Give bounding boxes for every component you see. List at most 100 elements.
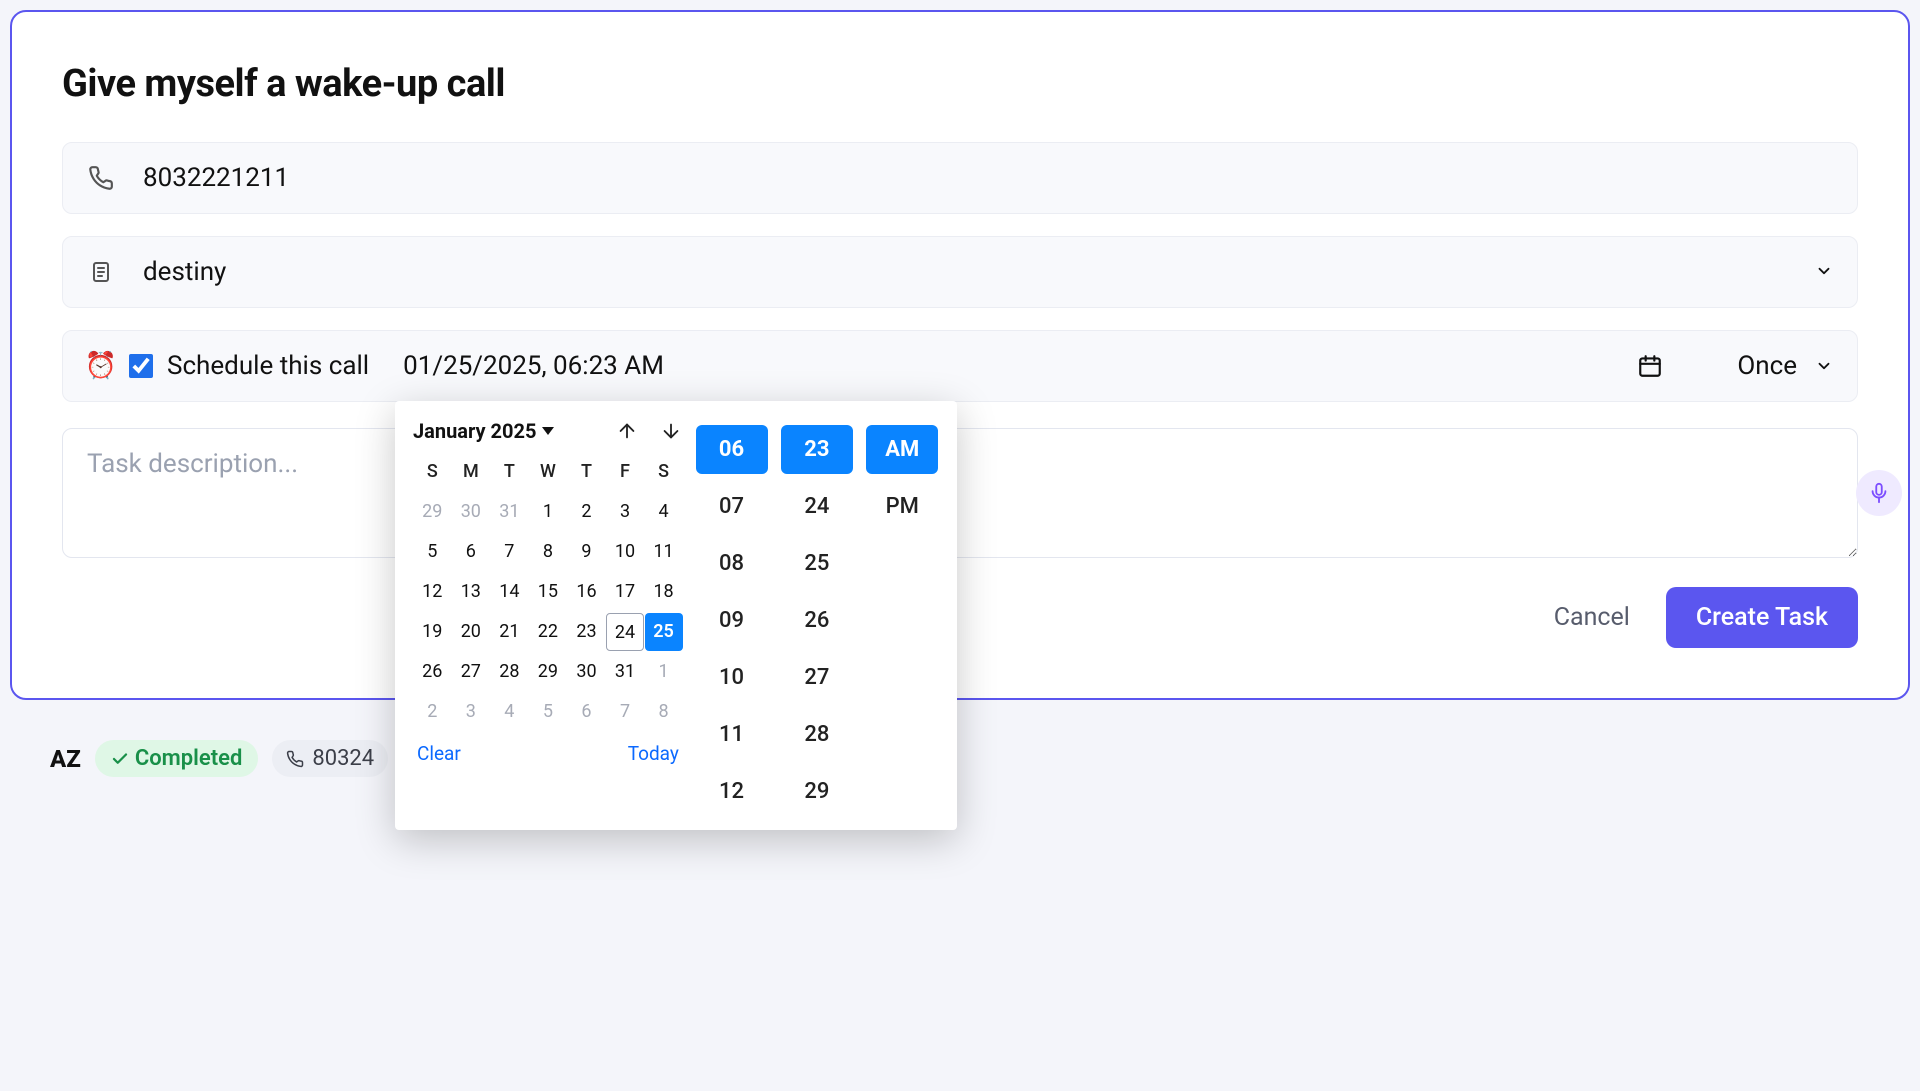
minute-option[interactable]: 29 — [781, 767, 853, 816]
dow-header: W — [529, 453, 568, 492]
schedule-checkbox[interactable] — [129, 354, 153, 378]
calendar-day[interactable]: 3 — [606, 493, 644, 531]
cancel-button[interactable]: Cancel — [1554, 603, 1630, 632]
calendar-day[interactable]: 4 — [645, 493, 683, 531]
contact-select[interactable]: destiny — [62, 236, 1858, 308]
calendar-day[interactable]: 1 — [529, 493, 567, 531]
minutes-column[interactable]: 23 24 25 26 27 28 29 — [781, 425, 853, 816]
calendar-day[interactable]: 18 — [645, 573, 683, 611]
calendar-day[interactable]: 24 — [606, 613, 644, 651]
calendar-day[interactable]: 22 — [529, 613, 567, 651]
status-row: AZ Completed 80324 — [10, 740, 1910, 777]
calendar-day[interactable]: 21 — [490, 613, 528, 651]
dow-header: T — [567, 453, 606, 492]
calendar-day[interactable]: 29 — [529, 653, 567, 691]
calendar-day[interactable]: 4 — [490, 693, 528, 731]
task-code: AZ — [50, 745, 81, 773]
mic-button[interactable] — [1856, 470, 1902, 516]
calendar-day[interactable]: 6 — [452, 533, 490, 571]
hour-option[interactable]: 11 — [696, 710, 768, 759]
minute-option[interactable]: 28 — [781, 710, 853, 759]
hour-option[interactable]: 06 — [696, 425, 768, 474]
hour-option[interactable]: 09 — [696, 596, 768, 645]
calendar-day[interactable]: 15 — [529, 573, 567, 611]
calendar-day[interactable]: 20 — [452, 613, 490, 651]
dow-header: M — [452, 453, 491, 492]
check-icon — [111, 750, 129, 768]
phone-value: 8032221211 — [143, 163, 1833, 193]
calendar-day[interactable]: 23 — [567, 613, 605, 651]
meridiem-option[interactable]: AM — [866, 425, 938, 474]
phone-icon — [286, 750, 304, 768]
calendar-day[interactable]: 9 — [567, 533, 605, 571]
calendar-day[interactable]: 26 — [413, 653, 451, 691]
today-button[interactable]: Today — [628, 742, 679, 765]
calendar-day[interactable]: 11 — [645, 533, 683, 571]
calendar-day[interactable]: 2 — [413, 693, 451, 731]
hours-column[interactable]: 06 07 08 09 10 11 12 — [696, 425, 768, 816]
calendar-grid: SMTWTFS 29303112345678910111213141516171… — [413, 453, 683, 732]
calendar-day[interactable]: 8 — [645, 693, 683, 731]
calendar-day[interactable]: 16 — [567, 573, 605, 611]
calendar-day[interactable]: 6 — [567, 693, 605, 731]
frequency-select[interactable]: Once — [1737, 351, 1833, 381]
phone-icon — [87, 165, 115, 191]
minute-option[interactable]: 24 — [781, 482, 853, 531]
calendar-day[interactable]: 5 — [529, 693, 567, 731]
schedule-label: Schedule this call — [167, 351, 369, 381]
calendar-day[interactable]: 19 — [413, 613, 451, 651]
calendar-day[interactable]: 28 — [490, 653, 528, 691]
notes-icon — [87, 259, 115, 285]
next-month-button[interactable] — [659, 419, 683, 443]
hour-option[interactable]: 07 — [696, 482, 768, 531]
calendar-day[interactable]: 31 — [490, 493, 528, 531]
calendar-day[interactable]: 27 — [452, 653, 490, 691]
status-badge: Completed — [95, 740, 259, 777]
create-task-button[interactable]: Create Task — [1666, 587, 1858, 648]
hour-option[interactable]: 10 — [696, 653, 768, 702]
task-card: Give myself a wake-up call 8032221211 de… — [10, 10, 1910, 700]
calendar-day[interactable]: 30 — [567, 653, 605, 691]
calendar-day[interactable]: 2 — [567, 493, 605, 531]
calendar-day[interactable]: 13 — [452, 573, 490, 611]
calendar-day[interactable]: 7 — [606, 693, 644, 731]
schedule-field: ⏰ Schedule this call 01/25/2025, 06:23 A… — [62, 330, 1858, 402]
calendar-day[interactable]: 10 — [606, 533, 644, 571]
calendar-day[interactable]: 29 — [413, 493, 451, 531]
minute-option[interactable]: 27 — [781, 653, 853, 702]
dow-header: S — [413, 453, 452, 492]
minute-option[interactable]: 25 — [781, 539, 853, 588]
hour-option[interactable]: 12 — [696, 767, 768, 816]
contact-value: destiny — [143, 257, 1787, 287]
calendar-icon[interactable] — [1637, 353, 1663, 379]
month-select[interactable]: January 2025 — [413, 419, 554, 443]
calendar-day[interactable]: 14 — [490, 573, 528, 611]
description-input[interactable] — [62, 428, 1858, 558]
actions-row: Cancel Create Task — [62, 587, 1858, 648]
calendar-day[interactable]: 12 — [413, 573, 451, 611]
minute-option[interactable]: 23 — [781, 425, 853, 474]
frequency-value: Once — [1737, 351, 1797, 381]
meridiem-column[interactable]: AM PM — [866, 425, 938, 816]
calendar-day[interactable]: 3 — [452, 693, 490, 731]
phone-field[interactable]: 8032221211 — [62, 142, 1858, 214]
calendar-day[interactable]: 7 — [490, 533, 528, 571]
mic-icon — [1868, 482, 1890, 504]
prev-month-button[interactable] — [615, 419, 639, 443]
calendar-day[interactable]: 8 — [529, 533, 567, 571]
meridiem-option[interactable]: PM — [866, 482, 938, 531]
datetime-display[interactable]: 01/25/2025, 06:23 AM — [403, 351, 664, 381]
clear-button[interactable]: Clear — [417, 742, 461, 765]
calendar-day[interactable]: 5 — [413, 533, 451, 571]
calendar-day[interactable]: 1 — [645, 653, 683, 691]
status-text: Completed — [135, 746, 243, 771]
description-wrap — [62, 428, 1858, 563]
phone-chip-text: 80324 — [312, 746, 374, 771]
calendar-day[interactable]: 17 — [606, 573, 644, 611]
alarm-icon: ⏰ — [87, 351, 115, 381]
minute-option[interactable]: 26 — [781, 596, 853, 645]
calendar-day[interactable]: 30 — [452, 493, 490, 531]
calendar-day[interactable]: 31 — [606, 653, 644, 691]
hour-option[interactable]: 08 — [696, 539, 768, 588]
calendar-day[interactable]: 25 — [645, 613, 683, 651]
